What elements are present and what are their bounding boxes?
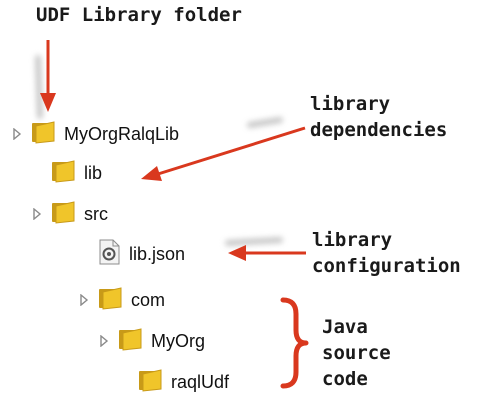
arrow-shadow [35, 55, 283, 246]
arrow-to-lib-json [228, 245, 306, 261]
annotation-overlay [35, 40, 309, 389]
java-source-brace [280, 297, 309, 389]
arrow-to-lib-folder [141, 126, 306, 181]
